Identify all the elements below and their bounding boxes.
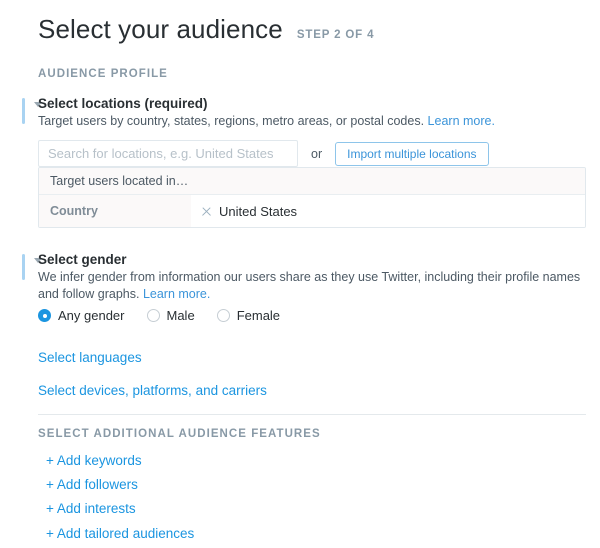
radio-mark-icon — [38, 309, 51, 322]
page-header: Select your audience STEP 2 OF 4 — [38, 14, 374, 45]
location-type-label: Country — [39, 195, 191, 227]
table-row: Country United States — [39, 195, 585, 227]
section-divider — [38, 414, 586, 415]
or-label: or — [311, 146, 323, 161]
select-locations-title: Select locations (required) — [38, 96, 208, 111]
additional-features-heading: SELECT ADDITIONAL AUDIENCE FEATURES — [38, 428, 321, 440]
radio-female[interactable]: Female — [216, 308, 281, 323]
location-search-row: or Import multiple locations — [38, 140, 489, 167]
group-accent-bar — [22, 254, 25, 280]
radio-any-gender[interactable]: Any gender — [38, 308, 125, 323]
locations-table-header: Target users located in… — [39, 168, 585, 195]
group-accent-bar — [22, 98, 25, 124]
radio-male[interactable]: Male — [146, 308, 195, 323]
radio-label: Any gender — [58, 308, 125, 323]
radio-mark-icon — [216, 309, 230, 322]
location-value-label: United States — [219, 203, 298, 219]
select-gender-title: Select gender — [38, 252, 127, 267]
gender-radio-group: Any gender Male Female — [38, 308, 280, 323]
select-locations-description-text: Target users by country, states, regions… — [38, 114, 425, 128]
select-gender-description-text: We infer gender from information our use… — [38, 270, 581, 301]
add-followers-link[interactable]: + Add followers — [46, 477, 138, 492]
page-title: Select your audience — [38, 14, 283, 44]
radio-label: Female — [236, 308, 281, 323]
audience-targeting-page: Select your audience STEP 2 OF 4 AUDIENC… — [0, 0, 600, 548]
close-icon[interactable] — [201, 206, 212, 217]
step-indicator: STEP 2 OF 4 — [296, 29, 375, 41]
import-multiple-locations-button[interactable]: Import multiple locations — [335, 141, 489, 166]
select-gender-description: We infer gender from information our use… — [38, 269, 600, 303]
locations-learn-more-link[interactable]: Learn more. — [428, 114, 495, 128]
add-keywords-link[interactable]: + Add keywords — [46, 453, 142, 468]
location-search-input[interactable] — [38, 140, 298, 167]
add-interests-link[interactable]: + Add interests — [46, 501, 136, 516]
radio-label: Male — [166, 308, 195, 323]
select-languages-link[interactable]: Select languages — [38, 350, 142, 365]
add-tailored-audiences-link[interactable]: + Add tailored audiences — [46, 526, 194, 541]
audience-profile-heading: AUDIENCE PROFILE — [38, 68, 168, 80]
radio-mark-icon — [146, 309, 160, 322]
location-value-cell: United States — [191, 195, 585, 227]
selected-locations-table: Target users located in… Country United … — [38, 167, 586, 228]
gender-learn-more-link[interactable]: Learn more. — [143, 287, 210, 301]
select-devices-link[interactable]: Select devices, platforms, and carriers — [38, 383, 267, 398]
select-locations-description: Target users by country, states, regions… — [38, 113, 600, 130]
